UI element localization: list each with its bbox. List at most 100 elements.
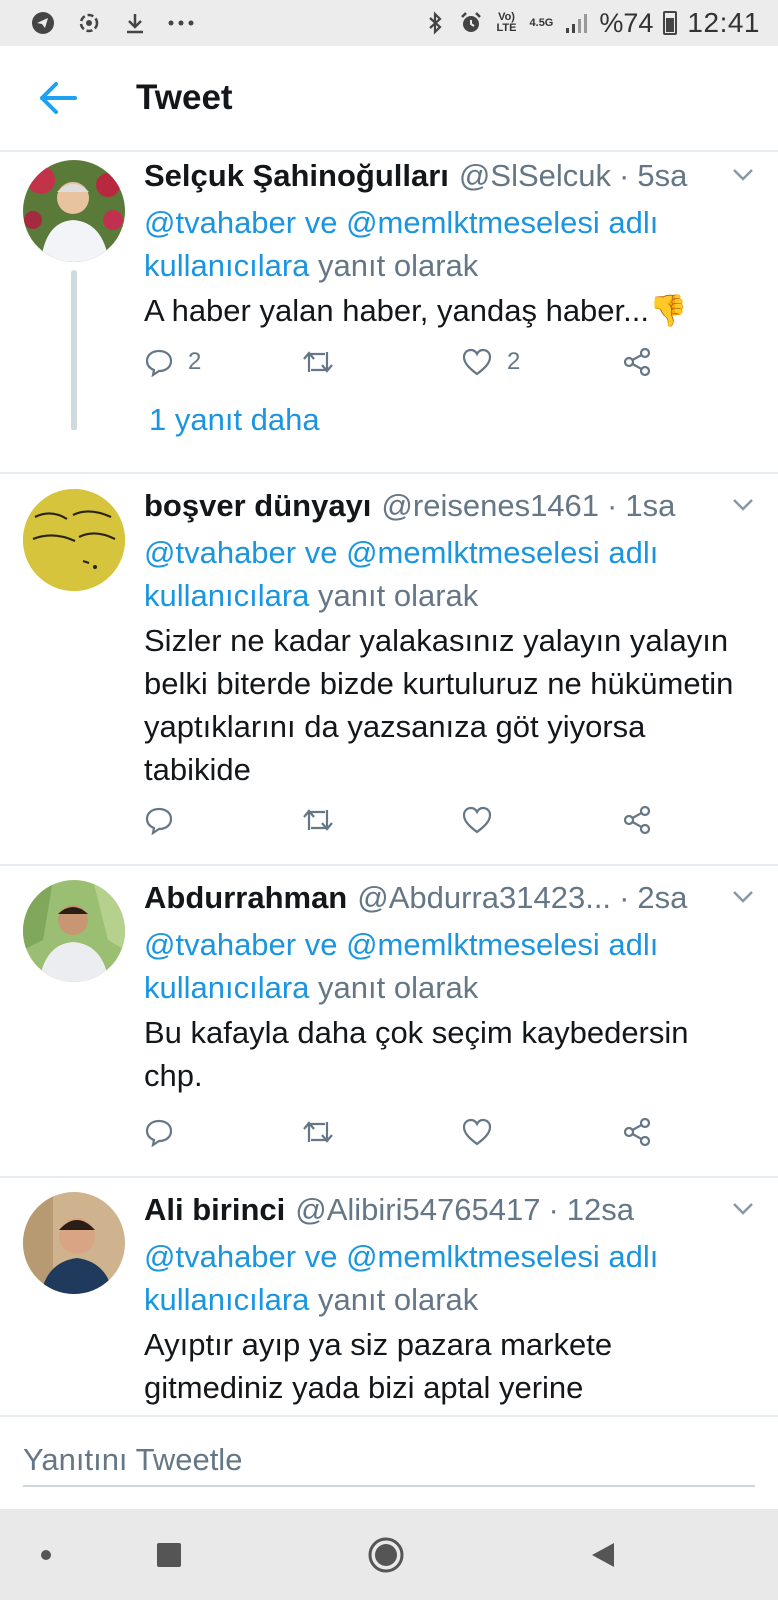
sync-icon — [76, 10, 102, 36]
retweet-button[interactable] — [301, 800, 335, 840]
tweet-body: Ali birinci @Alibiri54765417 · 12sa @tva… — [144, 1191, 738, 1409]
reply-context: @tvahaber ve @memlktmeselesi adlı kullan… — [144, 201, 738, 287]
thread-dots — [71, 410, 77, 434]
tweet-header: Abdurrahman @Abdurra31423... · 2sa — [144, 879, 688, 917]
retweet-icon — [303, 809, 333, 831]
battery-percent: %74 — [599, 7, 654, 38]
tweet-menu-button[interactable] — [726, 1192, 760, 1226]
reply-context: @tvahaber ve @memlktmeselesi adlı kullan… — [144, 1235, 738, 1321]
signal-icon — [563, 10, 589, 36]
tweet-item[interactable]: Abdurrahman @Abdurra31423... · 2sa @tvah… — [0, 866, 778, 1178]
reply-icon — [145, 1119, 173, 1147]
download-icon — [122, 10, 148, 36]
reply-button[interactable] — [144, 1112, 174, 1152]
author-name[interactable]: Ali birinci — [144, 1191, 285, 1229]
reply-suffix: yanıt olarak — [318, 970, 479, 1005]
back-button[interactable] — [28, 68, 88, 128]
tweet-time: 12sa — [566, 1192, 634, 1227]
avatar[interactable] — [23, 880, 125, 982]
tweet-body: Selçuk Şahinoğulları @SlSelcuk · 5sa @tv… — [144, 157, 738, 332]
like-count: 2 — [507, 348, 521, 375]
chevron-down-icon — [733, 499, 753, 511]
chevron-down-icon — [733, 1203, 753, 1215]
reply-button[interactable] — [144, 800, 174, 840]
tweet-item[interactable]: Ali birinci @Alibiri54765417 · 12sa @tva… — [0, 1178, 778, 1415]
triangle-back-icon — [592, 1542, 614, 1567]
retweet-button[interactable] — [301, 1112, 335, 1152]
share-button[interactable] — [622, 1112, 652, 1152]
tweet-text: Sizler ne kadar yalakasınız yalayın yala… — [144, 623, 734, 787]
heart-icon — [462, 1118, 492, 1146]
tweet-header: Ali birinci @Alibiri54765417 · 12sa — [144, 1191, 634, 1229]
avatar[interactable] — [23, 489, 125, 591]
like-button[interactable] — [461, 800, 493, 840]
tweet-menu-button[interactable] — [726, 880, 760, 914]
alarm-icon — [458, 10, 484, 36]
author-name[interactable]: Abdurrahman — [144, 879, 347, 917]
chevron-down-icon — [733, 891, 753, 903]
telegram-icon — [30, 10, 56, 36]
show-more-replies-link[interactable]: 1 yanıt daha — [149, 402, 320, 438]
home-button[interactable] — [346, 1509, 426, 1600]
tweet-item[interactable]: boşver dünyayı @reisenes1461 · 1sa @tvah… — [0, 474, 778, 866]
chevron-down-icon — [733, 169, 753, 181]
share-button[interactable] — [622, 342, 652, 382]
retweet-icon — [303, 351, 333, 373]
heart-icon — [462, 348, 492, 376]
network-type: 4.5G — [529, 16, 554, 29]
tweet-text: Bu kafayla daha çok seçim kaybedersin ch… — [144, 1015, 689, 1093]
retweet-icon — [303, 1121, 333, 1143]
tweet-actions: 2 2 — [144, 342, 674, 382]
reply-composer — [0, 1415, 778, 1509]
back-nav-button[interactable] — [563, 1509, 643, 1600]
page-title: Tweet — [136, 78, 233, 117]
thread-line — [71, 270, 77, 430]
tweet-time: 2sa — [637, 880, 688, 915]
author-handle[interactable]: @Alibiri54765417 — [295, 1191, 540, 1229]
reply-context: @tvahaber ve @memlktmeselesi adlı kullan… — [144, 923, 738, 1009]
tweet-time: 5sa — [637, 158, 688, 193]
back-arrow-icon — [40, 82, 77, 114]
heart-icon — [462, 806, 492, 834]
like-button[interactable]: 2 — [461, 342, 520, 382]
tweet-header: Selçuk Şahinoğulları @SlSelcuk · 5sa — [144, 157, 688, 195]
tweet-time: 1sa — [625, 488, 676, 523]
avatar[interactable] — [23, 160, 125, 262]
tweet-menu-button[interactable] — [726, 158, 760, 192]
tweet-header: boşver dünyayı @reisenes1461 · 1sa — [144, 487, 676, 525]
author-handle[interactable]: @reisenes1461 — [381, 487, 599, 525]
recents-button[interactable] — [129, 1509, 209, 1600]
author-name[interactable]: Selçuk Şahinoğulları — [144, 157, 449, 195]
share-icon — [623, 1117, 651, 1147]
reply-button[interactable]: 2 — [144, 342, 201, 382]
replies-feed[interactable]: Selçuk Şahinoğulları @SlSelcuk · 5sa @tv… — [0, 152, 778, 1415]
tweet-item[interactable]: Selçuk Şahinoğulları @SlSelcuk · 5sa @tv… — [0, 152, 778, 474]
square-icon — [157, 1542, 181, 1567]
tweet-text: Ayıptır ayıp ya siz pazara markete gitme… — [144, 1327, 613, 1405]
reply-count: 2 — [188, 348, 202, 375]
share-icon — [623, 347, 651, 377]
nav-dot-button[interactable] — [6, 1509, 86, 1600]
reply-input[interactable] — [23, 1435, 755, 1487]
more-notifications-icon — [168, 10, 194, 36]
retweet-button[interactable] — [301, 342, 349, 382]
avatar[interactable] — [23, 1192, 125, 1294]
tweet-actions — [144, 800, 674, 840]
reply-icon — [145, 349, 173, 377]
tweet-menu-button[interactable] — [726, 488, 760, 522]
battery-icon — [663, 11, 678, 35]
like-button[interactable] — [461, 1112, 493, 1152]
home-circle-icon — [368, 1537, 404, 1572]
reply-suffix: yanıt olarak — [318, 248, 479, 283]
reply-context: @tvahaber ve @memlktmeselesi adlı kullan… — [144, 531, 738, 617]
author-handle[interactable]: @SlSelcuk — [459, 157, 611, 195]
status-bar: Vo) LTE 4.5G %74 12:41 — [0, 0, 778, 46]
share-button[interactable] — [622, 800, 652, 840]
system-nav-bar — [0, 1509, 778, 1600]
author-name[interactable]: boşver dünyayı — [144, 487, 371, 525]
reply-icon — [145, 807, 173, 835]
reply-suffix: yanıt olarak — [318, 1282, 479, 1317]
author-handle[interactable]: @Abdurra31423... — [357, 879, 611, 917]
dot-icon — [41, 1549, 51, 1560]
tweet-actions — [144, 1112, 674, 1152]
